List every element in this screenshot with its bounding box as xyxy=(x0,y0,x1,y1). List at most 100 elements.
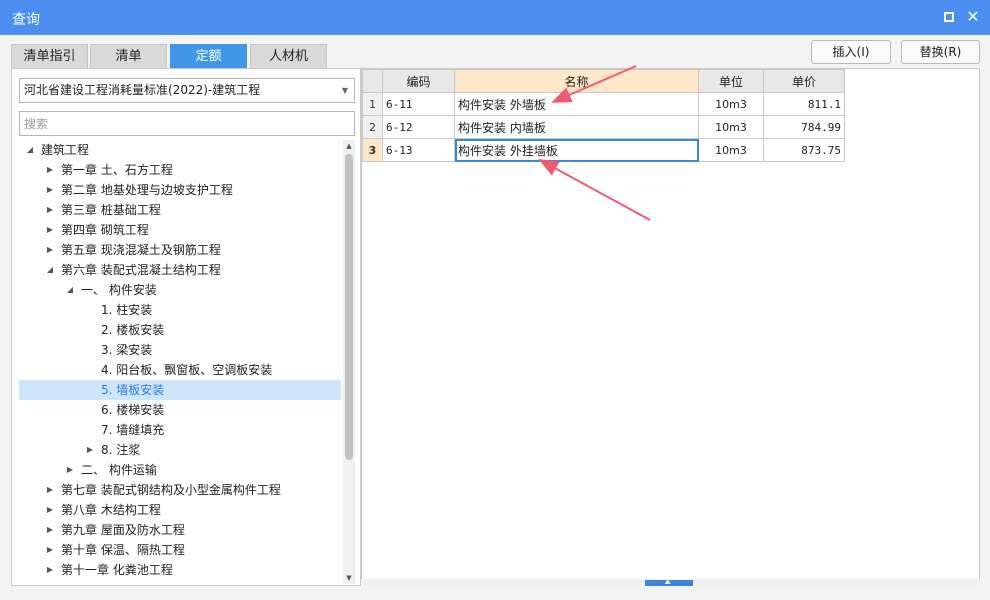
tree-item[interactable]: ▶ 第十一章 化粪池工程 xyxy=(19,560,341,580)
scrollbar-thumb[interactable]: ▲ xyxy=(645,577,693,586)
chevron-up-icon: ▲ xyxy=(665,577,671,585)
price-cell[interactable]: 784.99 xyxy=(763,115,845,139)
collapse-arrow-icon[interactable]: ▶ xyxy=(65,460,75,480)
collapse-arrow-icon[interactable]: ▶ xyxy=(45,560,55,580)
tree-item-label: 建筑工程 xyxy=(41,143,90,157)
tree-item-label: 第六章 装配式混凝土结构工程 xyxy=(61,263,221,277)
name-cell[interactable]: 构件安装 外墙板 xyxy=(454,92,699,116)
collapse-arrow-icon[interactable]: ▶ xyxy=(45,180,55,200)
tree-item[interactable]: ◢ 建筑工程 xyxy=(19,140,341,160)
tree-item-label: 第二章 地基处理与边坡支护工程 xyxy=(61,183,233,197)
tree-scrollbar[interactable]: ▲ ▼ xyxy=(343,140,355,584)
row-number[interactable]: 2 xyxy=(362,115,383,139)
tree-item[interactable]: ▶ 第九章 屋面及防水工程 xyxy=(19,520,341,540)
unit-column-header[interactable]: 单位 xyxy=(698,69,764,93)
main-area: 清单指引 清单 定额 人材机 插入(I) 替换(R) 河北省建设工程消耗量标准(… xyxy=(0,35,990,600)
tree-item[interactable]: ◢ 一、 构件安装 xyxy=(19,280,341,300)
tree-item[interactable]: ▶ 第十章 保温、隔热工程 xyxy=(19,540,341,560)
collapse-arrow-icon[interactable]: ▶ xyxy=(45,480,55,500)
grid-horizontal-scrollbar[interactable]: ▲ xyxy=(361,577,980,586)
code-column-header[interactable]: 编码 xyxy=(382,69,455,93)
tree-item[interactable]: ▶ 第四章 砌筑工程 xyxy=(19,220,341,240)
tree-item-label: 3. 梁安装 xyxy=(101,343,153,357)
price-cell[interactable]: 811.1 xyxy=(763,92,845,116)
search-field[interactable] xyxy=(19,111,355,136)
left-panel: 河北省建设工程消耗量标准(2022)-建筑工程 ▼ ◢ 建筑工程 ▶ 第一章 土、石方… xyxy=(11,68,361,586)
collapse-arrow-icon[interactable]: ▶ xyxy=(45,200,55,220)
tab-bill-guide[interactable]: 清单指引 xyxy=(11,44,88,69)
tree-item-label: 第九章 屋面及防水工程 xyxy=(61,523,185,537)
tree-item-label: 1. 柱安装 xyxy=(101,303,153,317)
tree-item[interactable]: ▶ 第二章 地基处理与边坡支护工程 xyxy=(19,180,341,200)
code-cell[interactable]: 6-11 xyxy=(382,92,455,116)
collapse-arrow-icon[interactable]: ▶ xyxy=(45,240,55,260)
tree-item[interactable]: 6. 楼梯安装 xyxy=(19,400,341,420)
maximize-icon[interactable] xyxy=(940,8,958,26)
tree-item[interactable]: ▶ 第三章 桩基础工程 xyxy=(19,200,341,220)
tab-bill[interactable]: 清单 xyxy=(90,44,167,69)
collapse-arrow-icon[interactable]: ▶ xyxy=(45,540,55,560)
tree-item-label: 7. 墙缝填充 xyxy=(101,423,165,437)
row-number[interactable]: 3 xyxy=(362,138,383,162)
collapse-arrow-icon[interactable]: ▶ xyxy=(45,520,55,540)
table-row[interactable]: 1 6-11 构件安装 外墙板 10m3 811.1 xyxy=(362,92,845,116)
scroll-down-icon[interactable]: ▼ xyxy=(343,572,355,584)
collapse-arrow-icon[interactable]: ▶ xyxy=(85,440,95,460)
replace-button[interactable]: 替换(R) xyxy=(901,40,980,64)
table-row[interactable]: 2 6-12 构件安装 内墙板 10m3 784.99 xyxy=(362,115,845,139)
code-cell[interactable]: 6-13 xyxy=(382,138,455,162)
tree-item[interactable]: 2. 楼板安装 xyxy=(19,320,341,340)
standard-select[interactable]: 河北省建设工程消耗量标准(2022)-建筑工程 ▼ xyxy=(19,78,355,103)
tree-item[interactable]: 7. 墙缝填充 xyxy=(19,420,341,440)
tree-item[interactable]: ▶ 第一章 土、石方工程 xyxy=(19,160,341,180)
tree-item[interactable]: ▶ 第五章 现浇混凝土及钢筋工程 xyxy=(19,240,341,260)
price-column-header[interactable]: 单价 xyxy=(763,69,845,93)
tree-item[interactable]: 5. 墙板安装 xyxy=(19,380,341,400)
chevron-down-icon[interactable]: ▼ xyxy=(342,79,348,102)
table-header-row: 编码 名称 单位 单价 xyxy=(362,69,845,93)
quota-tree: ◢ 建筑工程 ▶ 第一章 土、石方工程 ▶ 第二章 地基处理与边坡支护工程 ▶ 第三章 桩基础… xyxy=(19,140,341,582)
price-cell[interactable]: 873.75 xyxy=(763,138,845,162)
insert-button[interactable]: 插入(I) xyxy=(811,40,891,64)
collapse-arrow-icon[interactable]: ▶ xyxy=(45,500,55,520)
tree-item-label: 第四章 砌筑工程 xyxy=(61,223,149,237)
expand-arrow-icon[interactable]: ◢ xyxy=(45,260,55,280)
expand-arrow-icon[interactable]: ◢ xyxy=(65,280,75,300)
collapse-arrow-icon[interactable]: ▶ xyxy=(45,220,55,240)
tree-item-label: 第十二章 脚手架工程 xyxy=(61,580,173,582)
tab-quota[interactable]: 定额 xyxy=(170,44,247,69)
tree-item[interactable]: 1. 柱安装 xyxy=(19,300,341,320)
tree-item-label: 4. 阳台板、飘窗板、空调板安装 xyxy=(101,363,273,377)
tree-item[interactable]: ▶ 第十二章 脚手架工程 xyxy=(19,580,341,582)
tab-labor-material-machine[interactable]: 人材机 xyxy=(250,44,327,69)
tree-item-label: 第八章 木结构工程 xyxy=(61,503,161,517)
tree-item[interactable]: ▶ 第七章 装配式钢结构及小型金属构件工程 xyxy=(19,480,341,500)
tree-item-label: 第一章 土、石方工程 xyxy=(61,163,173,177)
expand-arrow-icon[interactable]: ◢ xyxy=(25,140,35,160)
row-number[interactable]: 1 xyxy=(362,92,383,116)
scrollbar-thumb[interactable] xyxy=(345,154,353,460)
unit-cell[interactable]: 10m3 xyxy=(698,115,764,139)
tree-item[interactable]: ▶ 8. 注浆 xyxy=(19,440,341,460)
name-cell[interactable]: 构件安装 外挂墙板 xyxy=(454,138,699,162)
scroll-up-icon[interactable]: ▲ xyxy=(343,140,355,152)
name-column-header[interactable]: 名称 xyxy=(454,69,699,93)
close-icon[interactable]: ✕ xyxy=(964,8,982,26)
tree-item-label: 6. 楼梯安装 xyxy=(101,403,165,417)
tree-item[interactable]: 3. 梁安装 xyxy=(19,340,341,360)
unit-cell[interactable]: 10m3 xyxy=(698,138,764,162)
tree-item-label: 二、 构件运输 xyxy=(81,463,157,477)
tree-item[interactable]: ◢ 第六章 装配式混凝土结构工程 xyxy=(19,260,341,280)
tree-item[interactable]: ▶ 第八章 木结构工程 xyxy=(19,500,341,520)
code-cell[interactable]: 6-12 xyxy=(382,115,455,139)
quota-table: 编码 名称 单位 单价 1 6-11 构件安装 外墙板 10m3 811.1 2 6-12 构… xyxy=(362,69,845,162)
tree-item-label: 第十章 保温、隔热工程 xyxy=(61,543,185,557)
search-input[interactable] xyxy=(20,112,354,135)
table-row[interactable]: 3 6-13 构件安装 外挂墙板 10m3 873.75 xyxy=(362,138,845,162)
collapse-arrow-icon[interactable]: ▶ xyxy=(45,160,55,180)
name-cell[interactable]: 构件安装 内墙板 xyxy=(454,115,699,139)
tree-item[interactable]: 4. 阳台板、飘窗板、空调板安装 xyxy=(19,360,341,380)
collapse-arrow-icon[interactable]: ▶ xyxy=(45,580,55,582)
unit-cell[interactable]: 10m3 xyxy=(698,92,764,116)
tree-item[interactable]: ▶ 二、 构件运输 xyxy=(19,460,341,480)
